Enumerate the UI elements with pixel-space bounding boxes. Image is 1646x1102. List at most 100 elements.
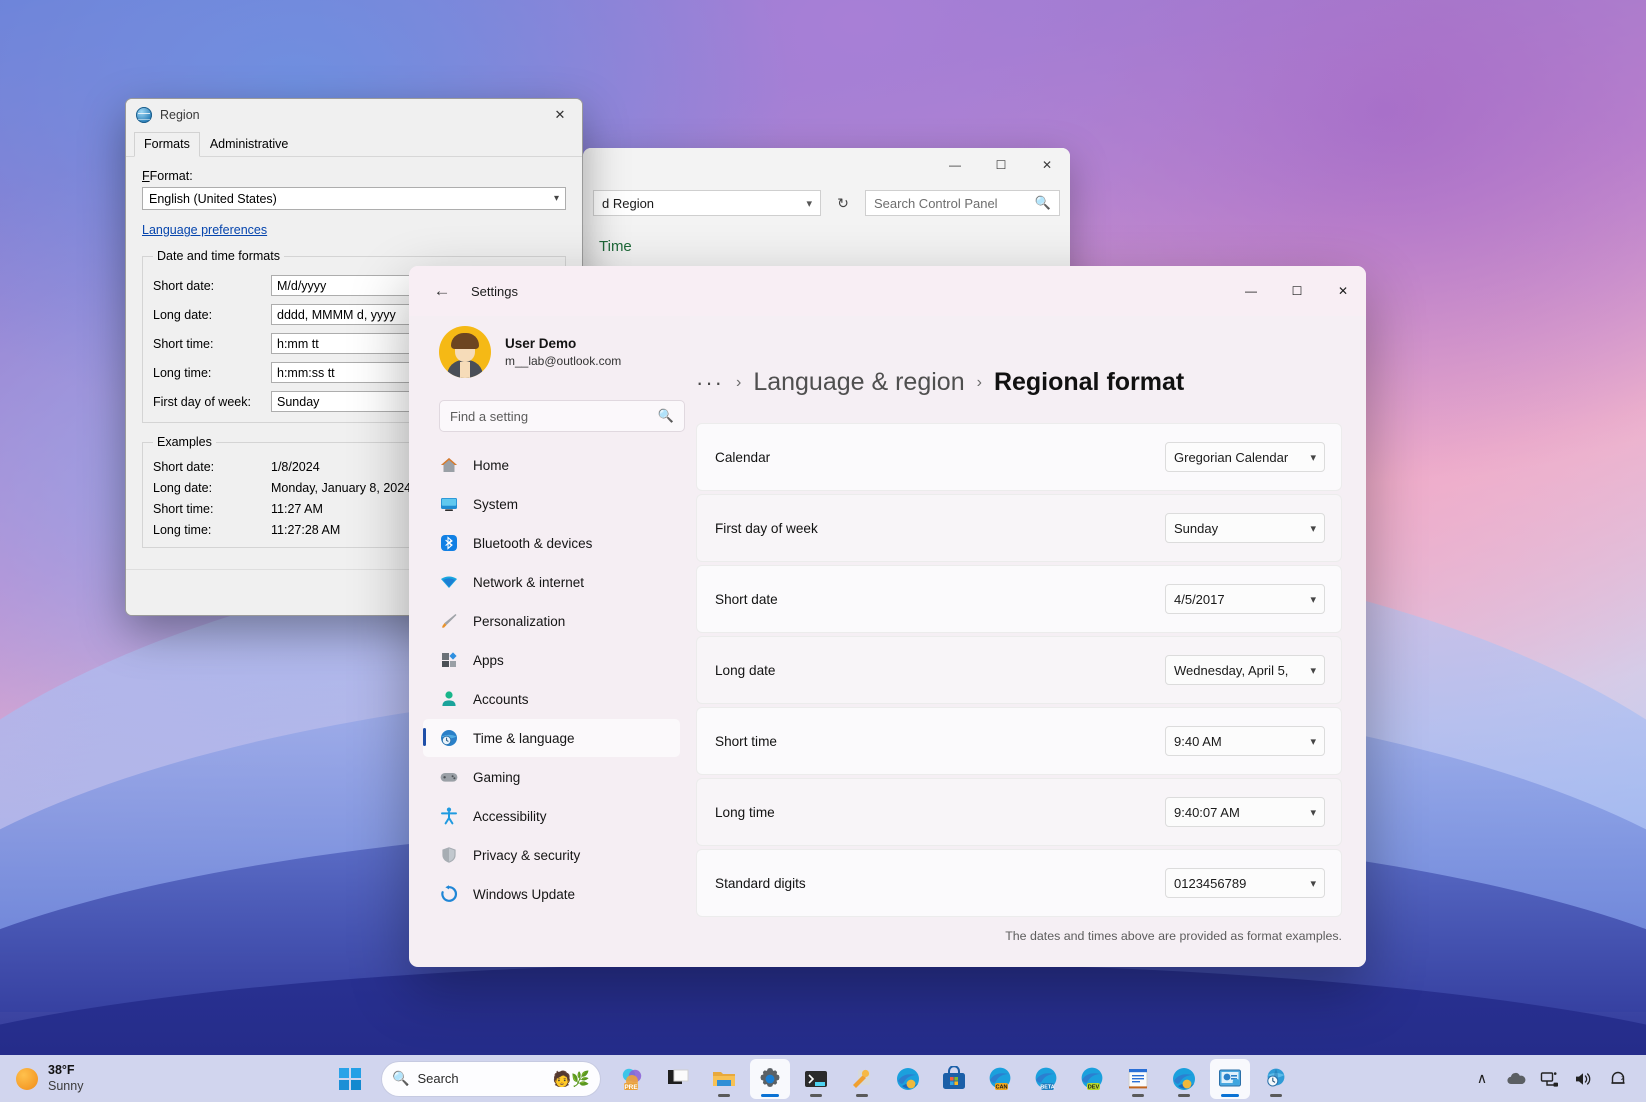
taskbar-center: 🔍 Search 🧑🌿 PRE CAN BETA DEV	[330, 1058, 1296, 1099]
search-emoji-decoration: 🧑🌿	[552, 1070, 590, 1088]
sidebar-item-personalization[interactable]: Personalization	[423, 602, 680, 640]
settings-window[interactable]: ← Settings — ☐ ✕ User Demo m__lab@outloo…	[409, 266, 1366, 967]
example-short-time-value: 11:27 AM	[271, 502, 323, 516]
accounts-icon	[439, 689, 459, 709]
sidebar-item-system[interactable]: System	[423, 485, 680, 523]
taskbar-tools-wrench-icon[interactable]	[842, 1059, 882, 1099]
taskbar-edge-dev-icon[interactable]: DEV	[1072, 1059, 1112, 1099]
sidebar-item-network-internet[interactable]: Network & internet	[423, 563, 680, 601]
weather-widget[interactable]: 38°F Sunny	[0, 1063, 330, 1094]
windows-start-icon	[339, 1067, 361, 1090]
region-tabs: Formats Administrative	[126, 130, 582, 157]
taskbar-terminal-icon[interactable]	[796, 1059, 836, 1099]
account-summary[interactable]: User Demo m__lab@outlook.com	[423, 316, 680, 378]
taskbar-edge-icon[interactable]	[888, 1059, 928, 1099]
breadcrumb-separator-2: ›	[976, 373, 982, 391]
date-time-formats-legend: Date and time formats	[157, 249, 280, 263]
format-select[interactable]: English (United States) ▾	[142, 187, 566, 210]
control-panel-search-input[interactable]: Search Control Panel 🔍	[865, 190, 1060, 216]
avatar	[439, 326, 491, 378]
field-long-time-label: Long time:	[153, 365, 212, 380]
setting-dropdown-calendar[interactable]: Gregorian Calendar ▾	[1165, 442, 1325, 472]
field-short-date-value: M/d/yyyy	[277, 278, 327, 293]
tab-administrative[interactable]: Administrative	[200, 132, 299, 156]
svg-text:PRE: PRE	[624, 1084, 638, 1091]
breadcrumb-overflow-button[interactable]: ···	[696, 371, 724, 394]
sidebar-item-apps[interactable]: Apps	[423, 641, 680, 679]
clock-globe-icon	[439, 728, 459, 748]
setting-dropdown-standard-digits[interactable]: 0123456789 ▾	[1165, 868, 1325, 898]
settings-minimize-button[interactable]: —	[1228, 266, 1274, 316]
sidebar-item-label: Network & internet	[473, 574, 585, 590]
chevron-down-icon[interactable]: ▾	[806, 197, 812, 210]
weather-condition: Sunny	[48, 1078, 84, 1093]
taskbar-microsoft-store-icon[interactable]	[934, 1059, 974, 1099]
setting-value-short-time: 9:40 AM	[1174, 733, 1222, 749]
control-panel-address-text: d Region	[602, 195, 655, 211]
setting-label-short-time: Short time	[715, 733, 777, 749]
sidebar-item-accounts[interactable]: Accounts	[423, 680, 680, 718]
taskbar-copilot-pre-icon[interactable]: PRE	[612, 1059, 652, 1099]
control-panel-maximize-button[interactable]: ☐	[978, 149, 1024, 181]
setting-row-first-day-of-week: First day of week Sunday ▾	[696, 494, 1342, 562]
sidebar-item-time-language[interactable]: Time & language	[423, 719, 680, 757]
control-panel-close-button[interactable]: ✕	[1024, 149, 1070, 181]
get-help-link[interactable]: ? Get help	[696, 965, 1342, 967]
settings-sidebar: User Demo m__lab@outlook.com Find a sett…	[409, 316, 690, 967]
chevron-down-icon: ▾	[553, 193, 559, 204]
settings-titlebar: ← Settings — ☐ ✕	[409, 266, 1366, 316]
setting-dropdown-long-date[interactable]: Wednesday, April 5, ▾	[1165, 655, 1325, 685]
back-button[interactable]: ←	[425, 276, 459, 306]
onedrive-cloud-icon[interactable]	[1506, 1069, 1526, 1089]
taskbar-search-box[interactable]: 🔍 Search 🧑🌿	[382, 1061, 600, 1096]
taskbar-notepad-icon[interactable]	[1118, 1059, 1158, 1099]
taskbar-dark-window-icon[interactable]	[658, 1059, 698, 1099]
taskbar-edge-icon-2[interactable]	[1164, 1059, 1204, 1099]
accessibility-icon	[439, 806, 459, 826]
taskbar-control-panel-icon[interactable]	[1210, 1058, 1250, 1099]
sidebar-item-accessibility[interactable]: Accessibility	[423, 797, 680, 835]
control-panel-address-field[interactable]: d Region ▾	[593, 190, 821, 216]
taskbar-edge-beta-icon[interactable]: BETA	[1026, 1059, 1066, 1099]
sidebar-item-home[interactable]: Home	[423, 446, 680, 484]
control-panel-minimize-button[interactable]: —	[932, 149, 978, 181]
settings-maximize-button[interactable]: ☐	[1274, 266, 1320, 316]
example-long-date-value: Monday, January 8, 2024	[271, 481, 412, 495]
show-hidden-icons-chevron[interactable]: ∧	[1472, 1069, 1492, 1089]
network-icon[interactable]	[1540, 1069, 1560, 1089]
setting-dropdown-first-day-of-week[interactable]: Sunday ▾	[1165, 513, 1325, 543]
breadcrumb-parent-link[interactable]: Language & region	[753, 368, 964, 397]
setting-dropdown-short-time[interactable]: 9:40 AM ▾	[1165, 726, 1325, 756]
settings-close-button[interactable]: ✕	[1320, 266, 1366, 316]
settings-nav: Home System Bluetooth & devices Network …	[423, 446, 680, 913]
region-close-button[interactable]: ✕	[538, 100, 582, 130]
sidebar-item-privacy-security[interactable]: Privacy & security	[423, 836, 680, 874]
example-short-time-label: Short time:	[153, 502, 214, 516]
refresh-icon[interactable]: ↻	[829, 190, 857, 216]
field-first-day-of-week-value: Sunday	[277, 394, 320, 409]
sidebar-item-bluetooth-devices[interactable]: Bluetooth & devices	[423, 524, 680, 562]
wifi-icon	[439, 572, 459, 592]
tab-formats[interactable]: Formats	[134, 132, 200, 157]
language-preferences-link[interactable]: Language preferences	[142, 223, 267, 237]
bluetooth-icon	[439, 533, 459, 553]
taskbar-file-explorer-icon[interactable]	[704, 1059, 744, 1099]
taskbar-edge-canary-icon[interactable]: CAN	[980, 1059, 1020, 1099]
control-panel-body: Time	[583, 224, 1070, 269]
volume-icon[interactable]	[1574, 1069, 1594, 1089]
sidebar-item-gaming[interactable]: Gaming	[423, 758, 680, 796]
taskbar-region-globe-icon[interactable]	[1256, 1059, 1296, 1099]
notifications-bell-icon[interactable]: z	[1608, 1069, 1628, 1089]
find-a-setting-input[interactable]: Find a setting 🔍	[439, 400, 685, 432]
start-button[interactable]	[330, 1059, 370, 1099]
setting-dropdown-long-time[interactable]: 9:40:07 AM ▾	[1165, 797, 1325, 827]
taskbar-settings-gear-icon[interactable]	[750, 1058, 790, 1099]
sidebar-item-label: Accounts	[473, 691, 529, 707]
sidebar-item-windows-update[interactable]: Windows Update	[423, 875, 680, 913]
field-long-date-label: Long date:	[153, 307, 213, 322]
setting-value-standard-digits: 0123456789	[1174, 875, 1247, 891]
example-long-date-label: Long date:	[153, 481, 213, 495]
help-icon: ?	[696, 965, 716, 967]
setting-dropdown-short-date[interactable]: 4/5/2017 ▾	[1165, 584, 1325, 614]
chevron-down-icon: ▾	[1310, 806, 1316, 819]
